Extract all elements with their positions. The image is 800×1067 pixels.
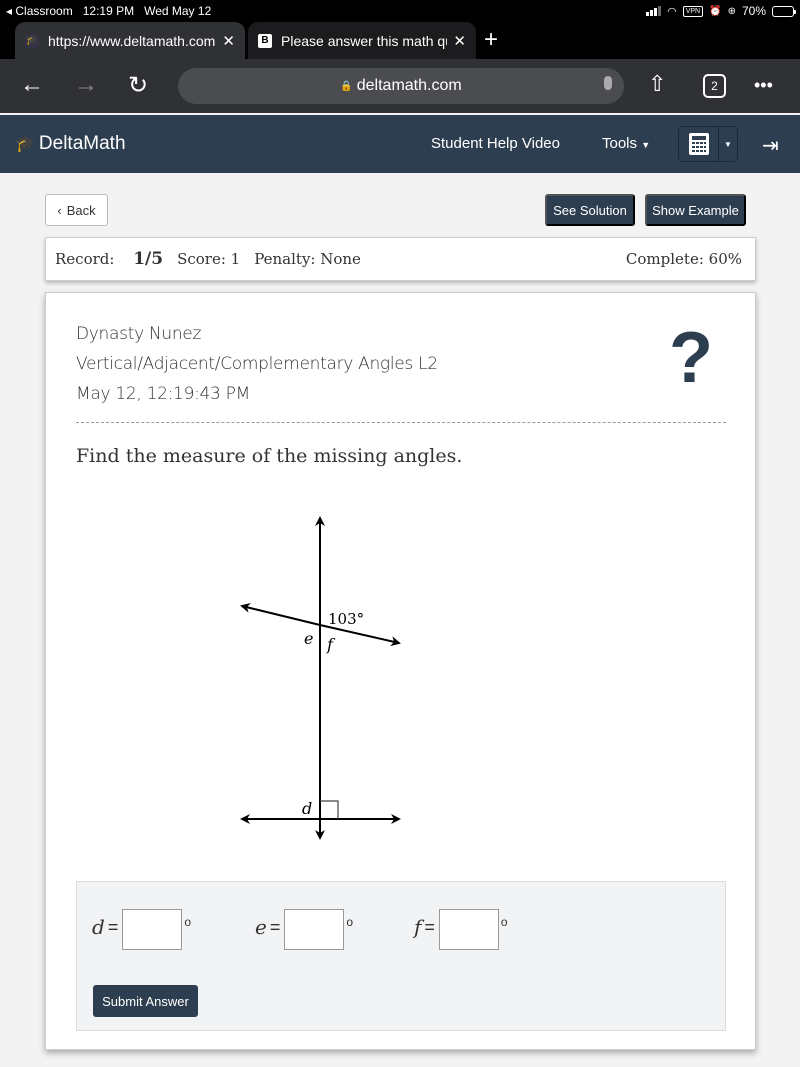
degree-symbol: o [184, 915, 192, 929]
back-arrow-icon[interactable]: ← [20, 71, 44, 99]
angle-diagram: 103° e f d [240, 516, 401, 840]
given-angle-label: 103° [328, 610, 364, 628]
tab-switcher-button[interactable]: 2 [703, 74, 726, 98]
tab-title: Please answer this math question [281, 32, 447, 49]
tab-title: https://www.deltamath.com [48, 32, 216, 49]
brainly-favicon-icon: B [258, 33, 272, 48]
tab-brainly[interactable]: B Please answer this math question ✕ [248, 22, 476, 59]
vpn-icon: VPN [682, 5, 704, 17]
answer-d: d = o [92, 909, 191, 950]
wifi-icon: ◠ [667, 5, 677, 18]
equals-sign: = [107, 917, 119, 937]
right-angle-marker [320, 800, 339, 819]
caret-down-icon: ▼ [641, 140, 651, 150]
student-help-video-link[interactable]: Student Help Video [431, 135, 560, 152]
see-solution-button[interactable]: See Solution [545, 194, 635, 226]
tools-dropdown[interactable]: Tools ▼ [602, 135, 650, 152]
var-label: e [255, 915, 267, 939]
deltamath-favicon-icon: 🎓 [25, 33, 39, 48]
status-bar: ◂ Classroom 12:19 PM Wed May 12 ◠ VPN ⏰ … [0, 0, 800, 22]
help-question-icon[interactable]: ? [669, 318, 713, 398]
angle-f-label: f [326, 635, 336, 654]
degree-symbol: o [346, 915, 354, 929]
answer-area: d = o e = o f = o Submit Answer [76, 881, 726, 1031]
battery-percent: 70% [741, 4, 766, 18]
app-navbar: 🎓 DeltaMath Student Help Video Tools ▼ ▼… [0, 115, 800, 173]
assignment-title: Vertical/Adjacent/Complementary Angles L… [76, 354, 438, 374]
calculator-button-group: ▼ [678, 126, 738, 162]
tools-label: Tools [602, 135, 638, 152]
calculator-button[interactable] [679, 127, 719, 161]
angle-e-label: e [304, 629, 313, 648]
answer-f-input[interactable] [438, 909, 499, 950]
problem-meta: Dynasty Nunez Vertical/Adjacent/Compleme… [76, 319, 438, 409]
submit-answer-button[interactable]: Submit Answer [93, 985, 198, 1017]
equals-sign: = [269, 917, 281, 937]
share-icon[interactable]: ⇧ [648, 71, 666, 97]
calculator-dropdown-caret[interactable]: ▼ [719, 127, 737, 161]
browser-toolbar: ← → ↻ 🔒 deltamath.com ⇧ 2 ••• [0, 59, 800, 113]
answer-e-input[interactable] [284, 909, 345, 950]
cellular-signal-icon [646, 6, 662, 16]
complete-percent: Complete: 60% [625, 250, 742, 268]
tab-deltamath[interactable]: 🎓 https://www.deltamath.com ✕ [15, 22, 245, 59]
degree-symbol: o [500, 915, 508, 929]
penalty: Penalty: None [254, 250, 361, 268]
new-tab-button[interactable]: + [484, 26, 498, 54]
answer-f: f = o [414, 909, 508, 950]
record: Record: 1/5 [55, 249, 163, 269]
back-button[interactable]: ‹ Back [45, 194, 108, 226]
problem-card: Dynasty Nunez Vertical/Adjacent/Compleme… [45, 292, 756, 1050]
calculator-icon [688, 133, 709, 155]
rotation-lock-icon: ⊕ [727, 5, 736, 17]
back-app-label: Classroom [15, 4, 73, 18]
deltamath-logo[interactable]: 🎓 DeltaMath [15, 133, 126, 155]
battery-icon [772, 5, 796, 17]
logout-icon[interactable]: ⇥ [762, 133, 779, 158]
var-label: d [92, 915, 105, 939]
forward-arrow-icon[interactable]: → [74, 71, 98, 99]
back-label: Back [66, 202, 96, 218]
record-label: Record: [55, 250, 115, 268]
more-menu-icon[interactable]: ••• [754, 75, 773, 96]
close-tab-icon[interactable]: ✕ [453, 32, 466, 50]
close-tab-icon[interactable]: ✕ [222, 32, 235, 50]
answer-d-input[interactable] [122, 909, 183, 950]
answer-e: e = o [255, 909, 353, 950]
student-name: Dynasty Nunez [76, 324, 202, 344]
logo-text: DeltaMath [38, 133, 126, 154]
angle-d-label: d [302, 799, 312, 818]
dashed-divider [76, 422, 726, 423]
reload-icon[interactable]: ↻ [128, 71, 148, 100]
slanted-line-left [240, 603, 321, 626]
var-label: f [414, 915, 422, 939]
status-time: 12:19 PM [82, 4, 135, 18]
chevron-left-icon: ‹ [57, 202, 62, 218]
problem-prompt: Find the measure of the missing angles. [76, 445, 463, 467]
record-value: 1/5 [133, 249, 164, 269]
graduation-cap-icon: 🎓 [15, 136, 35, 153]
record-bar: Record: 1/5 Score: 1 Penalty: None Compl… [45, 237, 756, 281]
caret-down-icon: ▼ [724, 139, 732, 149]
status-date: Wed May 12 [144, 4, 212, 18]
address-bar[interactable]: 🔒 deltamath.com [178, 68, 624, 104]
equals-sign: = [424, 917, 435, 937]
microphone-icon[interactable] [604, 76, 612, 90]
alarm-icon: ⏰ [709, 5, 722, 17]
problem-timestamp: May 12, 12:19:43 PM [76, 384, 250, 404]
back-to-app-link[interactable]: ◂ Classroom [6, 4, 73, 18]
score: Score: 1 [177, 250, 241, 268]
browser-tab-bar: 🎓 https://www.deltamath.com ✕ B Please a… [0, 22, 800, 59]
lock-icon: 🔒 [340, 80, 353, 92]
show-example-button[interactable]: Show Example [645, 194, 746, 226]
url-text: deltamath.com [356, 77, 462, 94]
